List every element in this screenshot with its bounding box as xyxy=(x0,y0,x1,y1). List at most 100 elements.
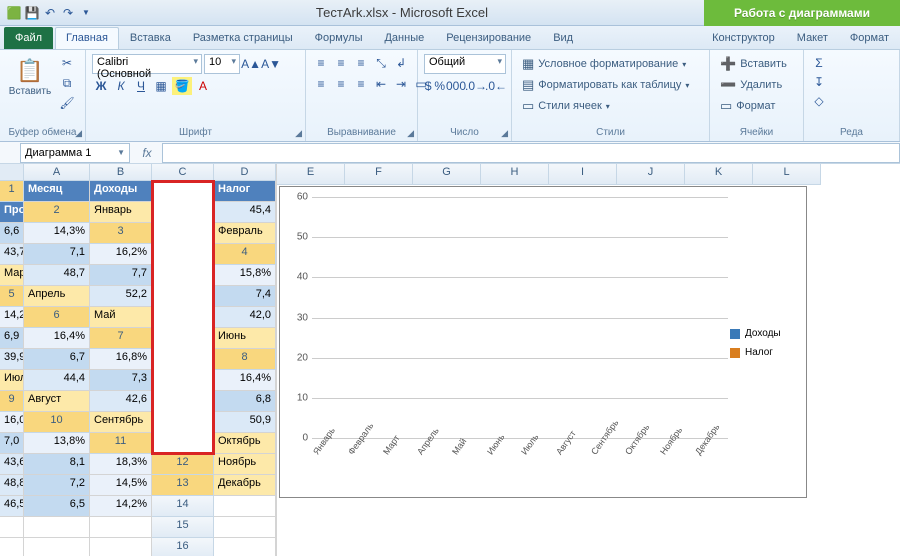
cell-C12[interactable]: 7,2 xyxy=(24,475,90,496)
format-painter-icon[interactable]: 🖌 xyxy=(58,94,76,112)
cell-A4[interactable]: Март xyxy=(0,265,24,286)
cell-D3[interactable]: 16,2% xyxy=(90,244,152,265)
cell-B12[interactable]: 48,8 xyxy=(0,475,24,496)
row-header-1[interactable]: 1 xyxy=(0,181,24,202)
cell-C7[interactable]: 6,7 xyxy=(24,349,90,370)
align-launcher-icon[interactable]: ◢ xyxy=(407,128,414,139)
col-header-B[interactable]: B xyxy=(90,164,152,181)
cell-B13[interactable]: 46,5 xyxy=(0,496,24,517)
cell-C10[interactable]: 7,0 xyxy=(0,433,24,454)
font-color-icon[interactable]: A xyxy=(194,77,212,95)
col-header-H[interactable]: H xyxy=(481,164,549,185)
font-size-combo[interactable]: 10 xyxy=(204,54,240,74)
wrap-text-icon[interactable]: ↲ xyxy=(392,54,410,72)
clear-icon[interactable]: ◇ xyxy=(810,92,828,110)
cell-D11[interactable]: 18,3% xyxy=(90,454,152,475)
cell-D8[interactable]: 16,4% xyxy=(214,370,276,391)
cell-A13[interactable]: Декабрь xyxy=(214,475,276,496)
col-header-C[interactable]: C xyxy=(152,164,214,181)
border-icon[interactable]: ▦ xyxy=(152,77,170,95)
orientation-icon[interactable]: ⤡ xyxy=(372,54,390,72)
row-header-3[interactable]: 3 xyxy=(90,223,152,244)
cell-D9[interactable]: 16,0% xyxy=(0,412,24,433)
cell-D2[interactable]: 14,3% xyxy=(24,223,90,244)
cell-A2[interactable]: Январь xyxy=(90,202,152,223)
row-header-14[interactable]: 14 xyxy=(152,496,214,517)
cell-B3[interactable]: 43,7 xyxy=(0,244,24,265)
cell-empty-15-3[interactable] xyxy=(90,538,152,556)
row-header-9[interactable]: 9 xyxy=(0,391,24,412)
col-header-A[interactable]: A xyxy=(24,164,90,181)
currency-icon[interactable]: $ xyxy=(424,77,432,95)
row-header-12[interactable]: 12 xyxy=(152,454,214,475)
align-right-icon[interactable]: ≡ xyxy=(352,75,370,93)
increase-decimal-icon[interactable]: .0→ xyxy=(467,77,485,95)
col-header-I[interactable]: I xyxy=(549,164,617,185)
cell-D5[interactable]: 14,2% xyxy=(0,307,24,328)
cell-C6[interactable]: 6,9 xyxy=(0,328,24,349)
decrease-font-icon[interactable]: A▼ xyxy=(262,55,280,73)
tab-file[interactable]: Файл xyxy=(4,27,53,49)
embedded-chart[interactable]: 0102030405060ЯнварьФевральМартАпрельМайИ… xyxy=(279,186,807,498)
tab-page-layout[interactable]: Разметка страницы xyxy=(182,27,304,49)
comma-icon[interactable]: 000 xyxy=(447,77,465,95)
cell-C3[interactable]: 7,1 xyxy=(24,244,90,265)
row-header-4[interactable]: 4 xyxy=(214,244,276,265)
cell-D12[interactable]: 14,5% xyxy=(90,475,152,496)
font-launcher-icon[interactable]: ◢ xyxy=(295,128,302,139)
row-header-7[interactable]: 7 xyxy=(90,328,152,349)
tab-chart-design[interactable]: Конструктор xyxy=(701,27,786,49)
cell-D1[interactable]: Процент xyxy=(0,202,24,223)
undo-icon[interactable]: ↶ xyxy=(42,5,58,21)
cell-C13[interactable]: 6,5 xyxy=(24,496,90,517)
namebox-dropdown-icon[interactable]: ▼ xyxy=(117,148,125,157)
cell-empty-16-0[interactable] xyxy=(214,538,276,556)
row-header-10[interactable]: 10 xyxy=(24,412,90,433)
align-middle-icon[interactable]: ≡ xyxy=(332,54,350,72)
row-header-16[interactable]: 16 xyxy=(152,538,214,556)
cell-A8[interactable]: Июль xyxy=(0,370,24,391)
row-header-6[interactable]: 6 xyxy=(24,307,90,328)
cell-B5[interactable]: 52,2 xyxy=(90,286,152,307)
fx-icon[interactable]: fx xyxy=(132,146,162,160)
cell-C11[interactable]: 8,1 xyxy=(24,454,90,475)
font-name-combo[interactable]: Calibri (Основной xyxy=(92,54,202,74)
cell-B6[interactable]: 42,0 xyxy=(214,307,276,328)
cell-C8[interactable]: 7,3 xyxy=(90,370,152,391)
cell-empty-14-1[interactable] xyxy=(0,517,24,538)
cell-C2[interactable]: 6,6 xyxy=(0,223,24,244)
cell-D6[interactable]: 16,4% xyxy=(24,328,90,349)
cell-A5[interactable]: Апрель xyxy=(24,286,90,307)
cell-A9[interactable]: Август xyxy=(24,391,90,412)
qat-dropdown-icon[interactable]: ▼ xyxy=(78,5,94,21)
tab-data[interactable]: Данные xyxy=(373,27,435,49)
col-header-J[interactable]: J xyxy=(617,164,685,185)
cell-A3[interactable]: Февраль xyxy=(214,223,276,244)
tab-chart-layout[interactable]: Макет xyxy=(786,27,839,49)
tab-chart-format[interactable]: Формат xyxy=(839,27,900,49)
align-center-icon[interactable]: ≡ xyxy=(332,75,350,93)
increase-font-icon[interactable]: A▲ xyxy=(242,55,260,73)
cell-B4[interactable]: 48,7 xyxy=(24,265,90,286)
name-box[interactable]: Диаграмма 1▼ xyxy=(20,143,130,163)
save-icon[interactable]: 💾 xyxy=(24,5,40,21)
row-header-13[interactable]: 13 xyxy=(152,475,214,496)
cell-A11[interactable]: Октябрь xyxy=(214,433,276,454)
cell-A6[interactable]: Май xyxy=(90,307,152,328)
align-left-icon[interactable]: ≡ xyxy=(312,75,330,93)
col-header-G[interactable]: G xyxy=(413,164,481,185)
cell-C4[interactable]: 7,7 xyxy=(90,265,152,286)
cell-styles-button[interactable]: ▭Стили ячеек▾ xyxy=(518,96,703,116)
col-header-E[interactable]: E xyxy=(277,164,345,185)
cell-A1[interactable]: Месяц xyxy=(24,181,90,202)
row-header-8[interactable]: 8 xyxy=(214,349,276,370)
delete-cells-button[interactable]: ➖Удалить xyxy=(716,75,797,95)
formula-bar-input[interactable] xyxy=(162,143,900,163)
legend-item-tax[interactable]: Налог xyxy=(730,347,802,358)
cell-empty-15-2[interactable] xyxy=(24,538,90,556)
fill-color-icon[interactable]: 🪣 xyxy=(172,77,192,95)
number-format-combo[interactable]: Общий xyxy=(424,54,506,74)
cell-C5[interactable]: 7,4 xyxy=(214,286,276,307)
align-bottom-icon[interactable]: ≡ xyxy=(352,54,370,72)
row-header-11[interactable]: 11 xyxy=(90,433,152,454)
